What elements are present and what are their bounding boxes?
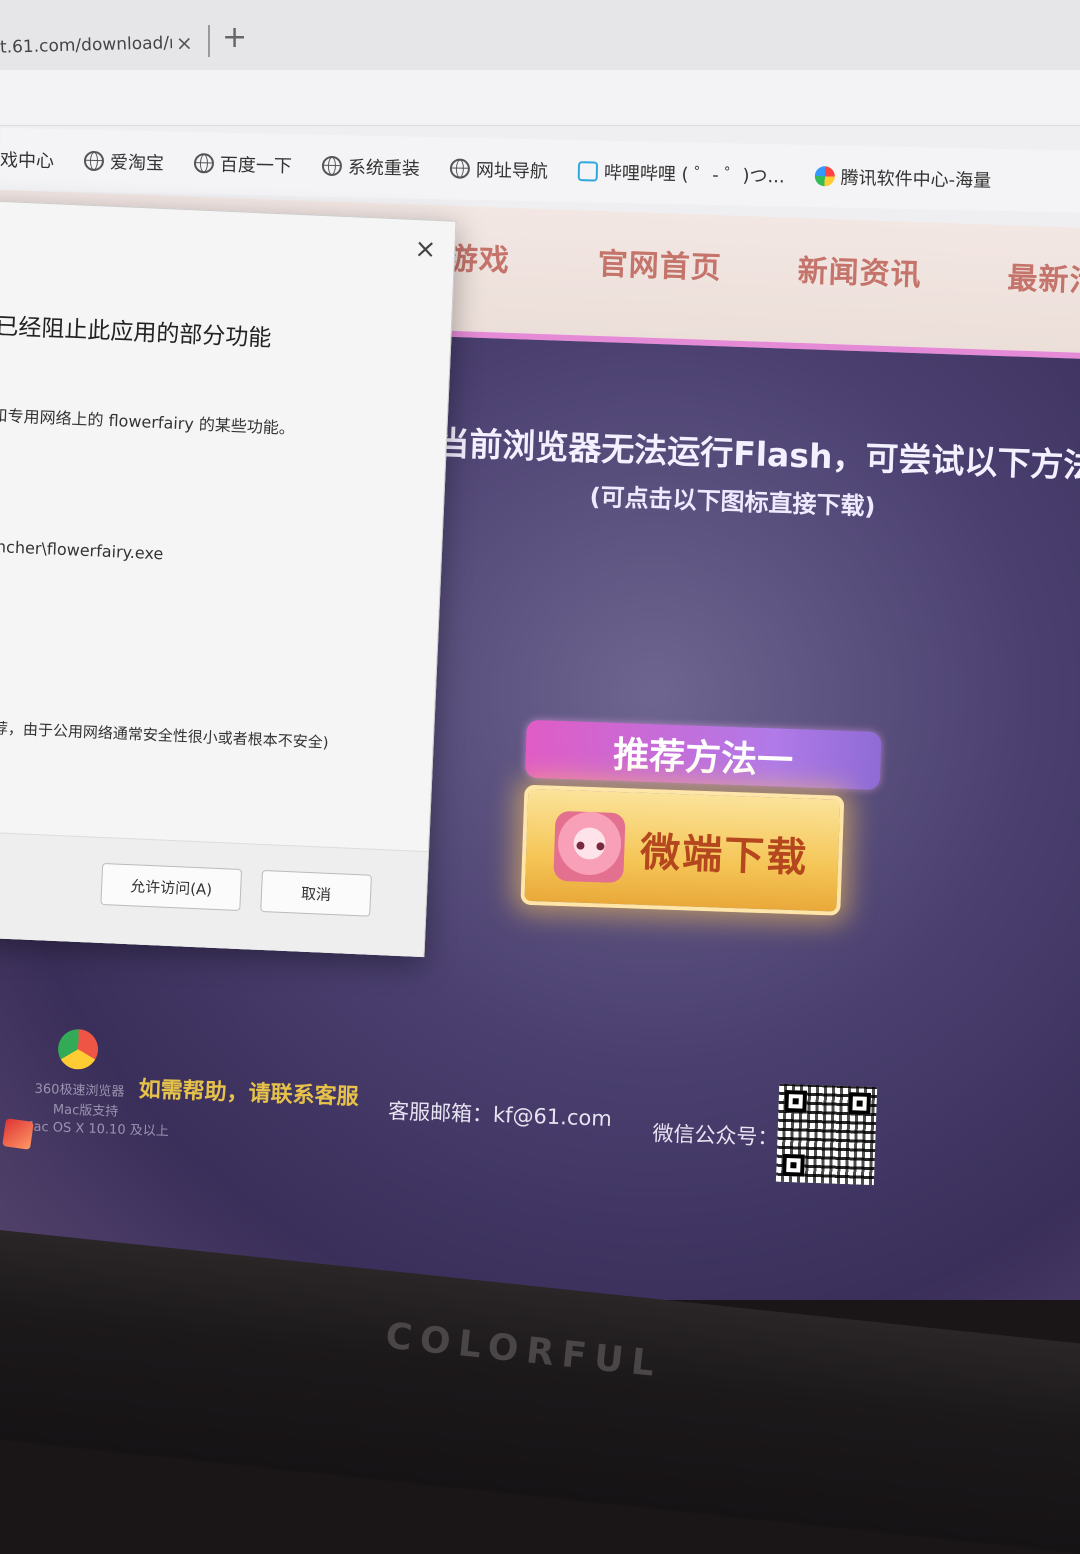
globe-icon: [193, 153, 215, 174]
nav-news[interactable]: 新闻资讯: [797, 246, 922, 294]
allow-access-button[interactable]: 允许访问(A): [100, 862, 243, 912]
firewall-dialog: × 已经阻止此应用的部分功能 和专用网络上的 flowerfairy 的某些功能…: [0, 200, 457, 958]
footer-email: 客服邮箱：kf@61.com: [387, 1099, 613, 1131]
dialog-path: uncher\flowerfairy.exe: [0, 536, 164, 564]
bookmark-bilibili[interactable]: 哔哩哔哩 ( ゜- ゜)つ...: [577, 158, 785, 188]
bookmark-label: 网址导航: [475, 159, 549, 183]
bookmark-nav[interactable]: 网址导航: [449, 155, 549, 183]
globe-icon: [321, 155, 343, 177]
dialog-description: 和专用网络上的 flowerfairy 的某些功能。: [0, 405, 296, 438]
bookmark-label: 百度一下: [219, 154, 293, 178]
download-label: 微端下载: [639, 829, 809, 882]
address-bar-area: [0, 70, 1080, 126]
dialog-note: 推荐，由于公用网络通常安全性很小或者根本不安全): [0, 718, 329, 752]
bookmark-reinstall[interactable]: 系统重装: [321, 153, 421, 181]
monitor-screen: t.61.com/download/redire × + 戏中心 爱淘宝 百度一…: [0, 0, 1080, 1300]
close-tab-icon[interactable]: ×: [176, 31, 193, 55]
browser-name: 360极速浏览器: [34, 1081, 125, 1100]
bookmark-baidu[interactable]: 百度一下: [193, 150, 293, 178]
taskbar-app-icon[interactable]: [2, 1118, 34, 1150]
nav-latest[interactable]: 最新活: [1007, 253, 1080, 300]
tab-separator: [208, 25, 210, 57]
browser-logo-icon[interactable]: [57, 1028, 99, 1070]
bookmark-label: 系统重装: [347, 157, 421, 180]
micro-client-download-button[interactable]: 微端下载: [520, 784, 845, 916]
nav-home[interactable]: 官网首页: [597, 239, 722, 287]
nav-games[interactable]: 游戏: [447, 234, 510, 280]
new-tab-button[interactable]: +: [222, 20, 247, 55]
tv-icon: [577, 161, 599, 182]
globe-icon: [83, 150, 105, 172]
browser-tab[interactable]: t.61.com/download/redire ×: [0, 17, 206, 72]
bookmark-label: 爱淘宝: [109, 152, 165, 175]
bookmark-label: 腾讯软件中心-海量: [840, 167, 992, 192]
bookmark-label: 戏中心: [0, 150, 55, 173]
bookmark-game-center[interactable]: 戏中心: [0, 146, 54, 173]
mascot-avatar: [553, 810, 626, 884]
wechat-qr-code: [775, 1083, 878, 1186]
footer-wechat-label: 微信公众号：: [652, 1121, 779, 1150]
flash-subtitle: (可点击以下图标直接下载): [589, 482, 876, 521]
browser-tab-strip: t.61.com/download/redire × +: [0, 0, 1080, 70]
bookmark-label: 哔哩哔哩 ( ゜- ゜)つ...: [603, 162, 785, 188]
bookmark-aitaobao[interactable]: 爱淘宝: [83, 148, 165, 176]
recommend-banner: 推荐方法一: [524, 719, 882, 791]
flash-warning: 当前浏览器无法运行Flash，可尝试以下方法解决: [435, 423, 1080, 488]
close-icon[interactable]: ×: [414, 234, 437, 265]
dialog-title: 已经阻止此应用的部分功能: [0, 313, 272, 352]
tab-url: t.61.com/download/redire: [0, 33, 173, 58]
dialog-footer: 允许访问(A) 取消: [0, 830, 429, 958]
cancel-button[interactable]: 取消: [260, 869, 372, 917]
mac-version: Mac OS X 10.10 及以上: [22, 1119, 169, 1140]
bookmark-tencent[interactable]: 腾讯软件中心-海量: [814, 163, 991, 193]
pinwheel-icon: [814, 166, 835, 187]
globe-icon: [449, 158, 471, 179]
